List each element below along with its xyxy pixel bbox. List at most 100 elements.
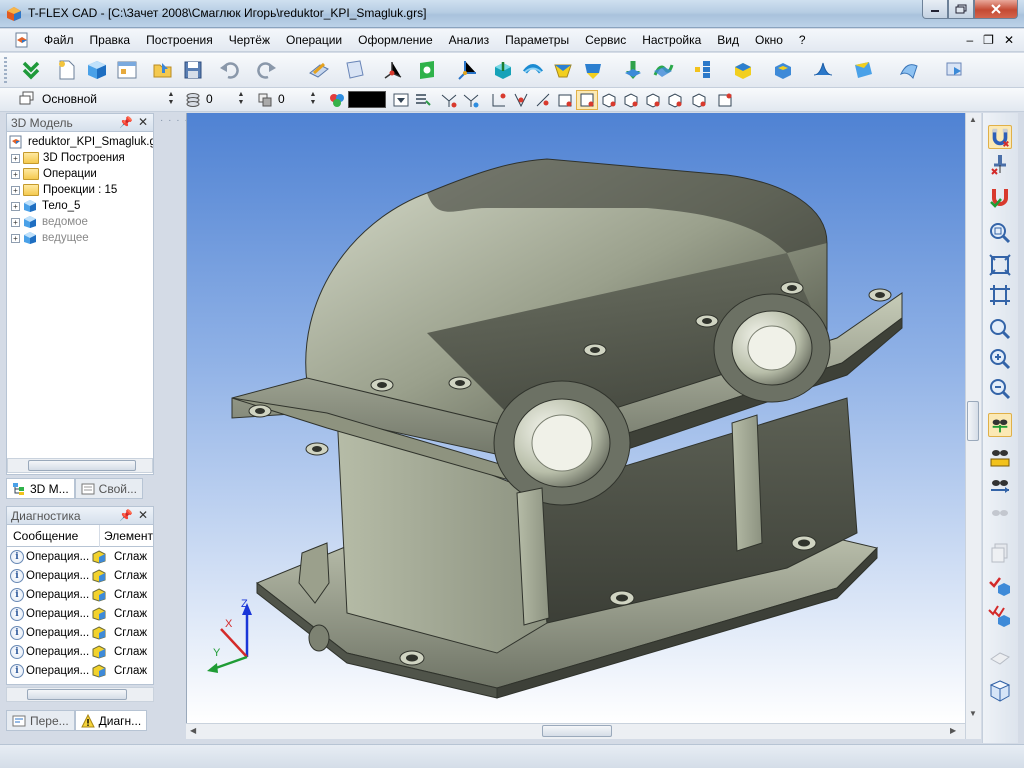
tree-row-3d-constructions[interactable]: + 3D Построения [11, 150, 125, 166]
extrusion-icon[interactable] [492, 59, 514, 81]
walk-icon[interactable] [988, 475, 1012, 499]
minimize-button[interactable] [922, 0, 948, 19]
sketch-plane-icon[interactable] [308, 59, 330, 81]
select-bodies-2-icon[interactable] [622, 91, 640, 109]
select-filter-4-icon[interactable] [512, 91, 530, 109]
select-faces-icon[interactable] [578, 91, 596, 109]
body-stack-icon[interactable] [692, 59, 714, 81]
tab-variables[interactable]: Пере... [6, 710, 75, 731]
tree-hscrollbar[interactable] [7, 458, 153, 473]
diagnostic-row[interactable]: i Операция... Сглаж [7, 547, 153, 566]
scroll-thumb[interactable] [967, 401, 979, 441]
diagnostics-hscrollbar[interactable] [6, 687, 154, 702]
diagnostic-row[interactable]: i Операция... Сглаж [7, 623, 153, 642]
color-palette-icon[interactable] [328, 91, 346, 109]
tab-properties[interactable]: Свой... [74, 478, 143, 499]
orbit-disabled-icon[interactable] [988, 503, 1012, 527]
scroll-right-arrow-icon[interactable]: ▶ [950, 726, 956, 735]
mdi-minimize-icon[interactable]: – [966, 33, 973, 47]
diagnostics-panel-header[interactable]: Диагностика 📌 ✕ [6, 506, 154, 525]
menu-edit[interactable]: Правка [90, 33, 131, 47]
expand-icon[interactable]: + [11, 153, 20, 163]
new-drawing-window-icon[interactable] [116, 59, 138, 81]
menu-view[interactable]: Вид [717, 33, 739, 47]
menu-parameters[interactable]: Параметры [505, 33, 569, 47]
expand-icon[interactable]: + [11, 201, 20, 211]
tree-row-root[interactable]: reduktor_KPI_Smagluk.grs [9, 134, 153, 150]
diagnostic-row[interactable]: i Операция... Сглаж [7, 604, 153, 623]
layer-dropdown-arrow-icon[interactable]: ▲ ▼ [166, 91, 176, 108]
select-filter-2-icon[interactable] [462, 91, 480, 109]
surface-patch-icon[interactable] [898, 59, 920, 81]
filter-dropdown-icon[interactable] [392, 91, 410, 109]
column-message[interactable]: Сообщение [13, 529, 78, 543]
diagnostic-row[interactable]: i Операция... Сглаж [7, 566, 153, 585]
lcs-axes-icon[interactable] [456, 59, 478, 81]
pin-icon[interactable]: 📌 [119, 116, 133, 129]
select-bodies-1-icon[interactable] [600, 91, 618, 109]
zoom-dynamic-icon[interactable] [988, 347, 1012, 371]
select-bodies-3-icon[interactable] [644, 91, 662, 109]
select-bodies-5-icon[interactable] [690, 91, 708, 109]
surface-icon[interactable] [812, 59, 834, 81]
workplane-icon[interactable] [344, 59, 366, 81]
scroll-down-arrow-icon[interactable]: ▼ [969, 709, 977, 718]
undo-icon[interactable] [218, 59, 240, 81]
check-blue-cube-icon[interactable] [988, 573, 1012, 597]
menu-settings[interactable]: Настройка [642, 33, 701, 47]
shell-icon[interactable] [772, 59, 794, 81]
scroll-thumb[interactable] [27, 689, 127, 700]
3d-views-icon[interactable] [944, 59, 966, 81]
select-filter-1-icon[interactable] [440, 91, 458, 109]
layer-select[interactable]: Основной [38, 91, 176, 109]
rotation-icon[interactable] [522, 59, 544, 81]
close-icon[interactable]: ✕ [138, 508, 148, 522]
tree-row-operations[interactable]: + Операции [11, 166, 97, 182]
color-swatch[interactable] [348, 91, 386, 108]
menu-construct[interactable]: Построения [146, 33, 213, 47]
tab-3d-model[interactable]: 3D М... [6, 478, 75, 499]
expand-icon[interactable]: + [11, 185, 20, 195]
menu-service[interactable]: Сервис [585, 33, 626, 47]
zoom-window-icon[interactable] [988, 221, 1012, 245]
pan-icon[interactable] [988, 445, 1012, 469]
magnet-snap-icon[interactable] [988, 125, 1012, 149]
menu-help[interactable]: ? [799, 33, 806, 47]
3d-node-axes-icon[interactable] [382, 59, 404, 81]
magnet-check-icon[interactable] [988, 185, 1012, 209]
menu-window[interactable]: Окно [755, 33, 783, 47]
mdi-restore-icon[interactable]: ❐ [983, 33, 994, 47]
select-filter-3-icon[interactable] [490, 91, 508, 109]
double-check-cube-icon[interactable] [988, 603, 1012, 627]
3d-viewport[interactable]: Z X Y [186, 113, 965, 723]
model-panel-header[interactable]: 3D Модель 📌 ✕ [6, 113, 154, 132]
close-button[interactable] [974, 0, 1018, 19]
close-icon[interactable]: ✕ [138, 115, 148, 129]
gearbox-housing-model[interactable]: Z X Y [187, 113, 966, 723]
fillet-icon[interactable] [732, 59, 754, 81]
select-filter-5-icon[interactable] [534, 91, 552, 109]
tree-row-projections[interactable]: + Проекции : 15 [11, 182, 117, 198]
column-element[interactable]: Элемент [104, 529, 153, 543]
element-list-icon[interactable] [414, 91, 432, 109]
select-bodies-4-icon[interactable] [666, 91, 684, 109]
view-cube-icon[interactable] [988, 679, 1012, 703]
loft-icon[interactable] [552, 59, 574, 81]
tree-row-driven[interactable]: + ведомое [11, 214, 88, 230]
zoom-previous-icon[interactable] [988, 377, 1012, 401]
open-file-icon[interactable] [152, 59, 174, 81]
thicken-icon[interactable] [852, 59, 874, 81]
mdi-close-icon[interactable]: ✕ [1004, 33, 1014, 47]
scroll-up-arrow-icon[interactable]: ▲ [969, 115, 977, 124]
new-document-icon[interactable] [56, 59, 78, 81]
priority-spinner-icon[interactable]: ▲ ▼ [308, 91, 318, 108]
level-spinner-icon[interactable]: ▲ ▼ [236, 91, 246, 108]
boolean-icon[interactable] [622, 59, 644, 81]
pin-icon[interactable]: 📌 [119, 509, 133, 522]
expand-icon[interactable]: + [11, 169, 20, 179]
diagnostic-row[interactable]: i Операция... Сглаж [7, 661, 153, 680]
tflex-app-icon[interactable] [6, 6, 22, 22]
viewport-vscrollbar[interactable]: ▲ ▼ [965, 113, 981, 739]
rotate-model-icon[interactable] [988, 413, 1012, 437]
tree-row-body-5[interactable]: + Тело_5 [11, 198, 80, 214]
